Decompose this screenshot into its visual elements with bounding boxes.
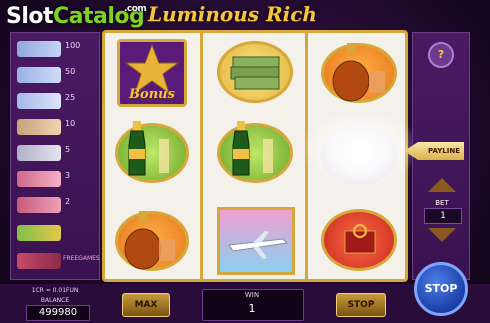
paytable-row: 100 bbox=[15, 37, 97, 61]
game-stage: SlotCatalog .com Luminous Rich 100 50 25… bbox=[0, 0, 490, 323]
paytable-row: 10 bbox=[15, 115, 97, 139]
win-label: WIN bbox=[244, 291, 260, 299]
paytable-row: FREEGAMES bbox=[15, 249, 100, 273]
champagne-bottle-icon bbox=[128, 121, 169, 176]
wild-icon bbox=[17, 225, 61, 241]
money-symbol bbox=[213, 37, 299, 107]
site-logo: SlotCatalog .com bbox=[6, 4, 147, 29]
help-button[interactable]: ? bbox=[428, 42, 454, 68]
paytable-value: 10 bbox=[65, 119, 76, 128]
cognac-bottle-icon bbox=[332, 43, 385, 102]
bet-up-arrow-icon[interactable] bbox=[428, 178, 456, 192]
balance-label: BALANCE bbox=[40, 297, 70, 304]
champagne-symbol bbox=[213, 119, 299, 189]
ring-box-icon bbox=[344, 224, 376, 254]
paytable-freegames: FREEGAMES bbox=[63, 255, 100, 262]
bet-down-arrow-icon[interactable] bbox=[428, 228, 456, 242]
paytable-row: 25 bbox=[15, 89, 97, 113]
cognac-bottle-icon bbox=[124, 211, 175, 270]
credit-info: 1CR = 0.01FUN bbox=[31, 287, 79, 294]
paytable-row: 2 bbox=[15, 193, 97, 217]
paytable-row bbox=[15, 221, 97, 245]
coin-stack-icon bbox=[17, 119, 61, 135]
coin-stack-icon bbox=[17, 145, 61, 161]
cognac-symbol bbox=[109, 205, 195, 275]
ring-box-symbol bbox=[317, 205, 403, 275]
logo-com: .com bbox=[124, 4, 147, 14]
cognac-symbol bbox=[317, 39, 403, 109]
airplane-icon bbox=[228, 231, 289, 259]
paytable-row: 5 bbox=[15, 141, 97, 165]
stop-button[interactable]: STOP bbox=[336, 293, 386, 317]
win-sparkle bbox=[300, 108, 420, 188]
reel-divider bbox=[200, 33, 203, 279]
balance-value: 499980 bbox=[26, 305, 90, 321]
max-bet-button[interactable]: MAX bbox=[122, 293, 170, 317]
paytable-value: 25 bbox=[65, 93, 76, 102]
champagne-symbol bbox=[109, 119, 195, 189]
spin-stop-button[interactable]: STOP bbox=[414, 262, 468, 316]
paytable-row: 3 bbox=[15, 167, 97, 191]
bet-value: 1 bbox=[424, 208, 462, 224]
logo-slot: Slot bbox=[6, 4, 54, 29]
paytable-row: 50 bbox=[15, 63, 97, 87]
paytable-value: 3 bbox=[65, 171, 71, 180]
win-value: 1 bbox=[248, 302, 256, 315]
gem-icon bbox=[17, 93, 61, 109]
jet-symbol bbox=[213, 205, 299, 275]
ring-icon bbox=[17, 197, 61, 213]
gem-icon bbox=[17, 41, 61, 57]
gem-icon bbox=[17, 67, 61, 83]
paytable-value: 50 bbox=[65, 67, 76, 76]
paytable-value: 100 bbox=[65, 41, 81, 50]
bonus-icon bbox=[17, 253, 61, 269]
paytable-value: 5 bbox=[65, 145, 71, 154]
ring-icon bbox=[17, 171, 61, 187]
cash-stack-icon bbox=[230, 56, 280, 90]
game-title: Luminous Rich bbox=[148, 2, 317, 26]
paytable-value: 2 bbox=[65, 197, 71, 206]
paytable-panel: 100 50 25 10 5 3 2 FREEGAMES bbox=[10, 32, 100, 280]
champagne-bottle-icon bbox=[232, 121, 273, 176]
bet-label: BET bbox=[435, 199, 449, 207]
